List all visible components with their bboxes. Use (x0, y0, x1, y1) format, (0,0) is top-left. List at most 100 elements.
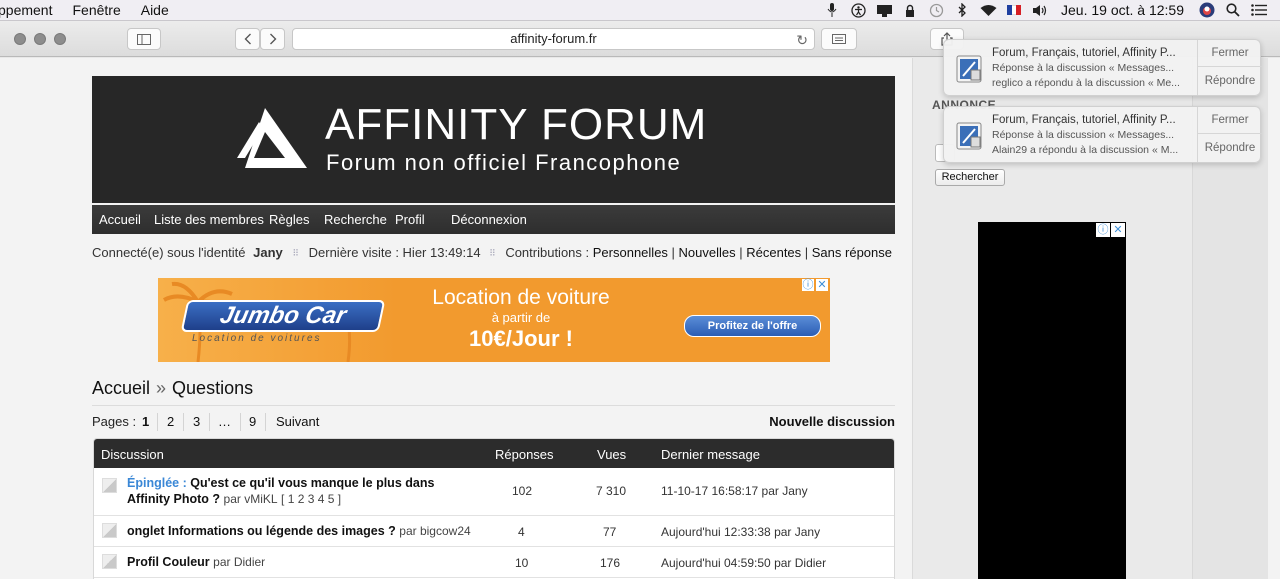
topic-author[interactable]: par vMiKL (224, 492, 278, 506)
topic-last-author[interactable]: par Jany (762, 484, 808, 498)
ad-info-icon[interactable]: ⓘ (1096, 223, 1110, 237)
pinned-label: Épinglée : (127, 476, 187, 490)
last-visit: Dernière visite : Hier 13:49:14 (308, 245, 481, 260)
mic-icon[interactable] (819, 0, 845, 21)
topic-last-date[interactable]: Aujourd'hui 04:59:50 (661, 556, 771, 570)
ad-cta-button[interactable]: Profitez de l'offre (684, 315, 821, 337)
notification-title: Forum, Français, tutoriel, Affinity P... (992, 114, 1176, 126)
notification-reply-button[interactable]: Répondre (1198, 135, 1262, 162)
nav-logout[interactable]: Déconnexion (451, 212, 527, 227)
contributions-label: Contributions : (505, 245, 590, 260)
table-row[interactable]: Profil Couleur par Didier 10 176 Aujourd… (94, 547, 894, 578)
page-link-9[interactable]: 9 (249, 414, 256, 429)
bluetooth-icon[interactable] (949, 0, 975, 21)
notification-banner[interactable]: Forum, Français, tutoriel, Affinity P...… (943, 106, 1262, 163)
topic-last-author[interactable]: par Didier (774, 556, 826, 570)
nav-search[interactable]: Recherche (324, 212, 387, 227)
menu-window[interactable]: Fenêtre (72, 2, 120, 18)
new-discussion-link[interactable]: Nouvelle discussion (769, 414, 895, 429)
sidebar-toggle-button[interactable] (127, 28, 161, 50)
contrib-new-link[interactable]: Nouvelles (679, 245, 736, 260)
nav-profile[interactable]: Profil (395, 212, 425, 227)
reader-icon (832, 34, 846, 44)
minimize-window-button[interactable] (34, 33, 46, 45)
topic-replies: 10 (515, 556, 529, 570)
page-link-2[interactable]: 2 (167, 414, 174, 429)
pagination: Pages : 1 2 3 … 9 Suivant Nouvelle discu… (92, 413, 895, 431)
banner-subtitle: Forum non officiel Francophone (326, 150, 682, 175)
breadcrumb-home[interactable]: Accueil (92, 378, 150, 398)
page-separator (183, 413, 184, 431)
topic-title[interactable]: Profil Couleur (127, 555, 210, 569)
sidebar-icon (137, 33, 151, 45)
sidebar-search-button[interactable]: Rechercher (935, 169, 1005, 186)
sidebar-ad[interactable] (978, 222, 1126, 579)
topic-title[interactable]: Qu'est ce qu'il vous manque le plus dans (190, 476, 434, 490)
username[interactable]: Jany (253, 245, 283, 260)
separator-dots-icon: ⠿ (489, 248, 496, 258)
accessibility-icon[interactable] (845, 0, 871, 21)
display-icon[interactable] (871, 0, 897, 21)
menu-help[interactable]: Aide (141, 2, 169, 18)
page-link-3[interactable]: 3 (193, 414, 200, 429)
close-window-button[interactable] (14, 33, 26, 45)
reader-button[interactable] (821, 28, 857, 50)
contrib-unanswered-link[interactable]: Sans réponse (812, 245, 892, 260)
wifi-icon[interactable] (975, 0, 1001, 21)
back-button[interactable] (235, 28, 260, 50)
menu-development[interactable]: ppement (0, 2, 52, 18)
time-machine-icon[interactable] (923, 0, 949, 21)
zoom-window-button[interactable] (54, 33, 66, 45)
nav-home[interactable]: Accueil (99, 212, 141, 227)
user-avatar-icon[interactable] (1194, 0, 1220, 21)
page-next-link[interactable]: Suivant (276, 414, 319, 429)
topic-status-icon (102, 523, 117, 538)
volume-icon[interactable] (1027, 0, 1053, 21)
notification-close-button[interactable]: Fermer (1198, 40, 1262, 67)
menu-bar: ppement Fenêtre Aide Jeu. 19 oct. à 12:5… (0, 0, 1280, 21)
topic-last-date[interactable]: 11-10-17 16:58:17 (661, 484, 758, 498)
sidebar-ad-choices: ⓘ ✕ (1096, 223, 1125, 237)
reload-icon[interactable]: ↻ (796, 30, 808, 50)
lock-icon[interactable] (897, 0, 923, 21)
topic-last-date[interactable]: Aujourd'hui 12:33:38 (661, 525, 771, 539)
notification-center-icon[interactable] (1246, 0, 1272, 21)
nav-members[interactable]: Liste des membres (154, 212, 264, 227)
topic-title-cont[interactable]: Affinity Photo ? (127, 492, 220, 506)
page-link-1[interactable]: 1 (142, 414, 149, 429)
banner-title: AFFINITY FORUM (325, 100, 708, 149)
contrib-personal-link[interactable]: Personnelles (593, 245, 668, 260)
flag-fr-icon[interactable] (1001, 0, 1027, 21)
topics-table: Discussion Réponses Vues Dernier message… (93, 438, 895, 579)
ad-banner[interactable]: Jumbo Car Location de voitures Location … (158, 278, 830, 362)
topic-title[interactable]: onglet Informations ou légende des image… (127, 524, 396, 538)
separator-dots-icon: ⠿ (292, 248, 299, 258)
topic-last-author[interactable]: par Jany (774, 525, 820, 539)
forward-button[interactable] (260, 28, 285, 50)
nav-rules[interactable]: Règles (269, 212, 309, 227)
notification-banner[interactable]: Forum, Français, tutoriel, Affinity P...… (943, 39, 1262, 96)
spotlight-search-icon[interactable] (1220, 0, 1246, 21)
topic-author[interactable]: par bigcow24 (399, 524, 470, 538)
notification-close-button[interactable]: Fermer (1198, 107, 1262, 134)
notification-reply-button[interactable]: Répondre (1198, 68, 1262, 95)
ad-info-icon[interactable]: ⓘ (802, 279, 814, 291)
forum-banner[interactable]: AFFINITY FORUM Forum non officiel Franco… (92, 76, 895, 203)
table-row[interactable]: onglet Informations ou légende des image… (94, 516, 894, 547)
col-views: Vues (597, 447, 627, 462)
breadcrumb-current[interactable]: Questions (172, 378, 253, 398)
topic-author[interactable]: par Didier (213, 555, 265, 569)
topic-views: 77 (603, 525, 617, 539)
topic-pages[interactable]: [ 1 2 3 4 5 ] (281, 492, 341, 506)
contrib-recent-link[interactable]: Récentes (746, 245, 801, 260)
logged-in-label: Connecté(e) sous l'identité (92, 245, 246, 260)
col-last-message: Dernier message (661, 447, 760, 462)
pagination-label: Pages : (92, 414, 137, 429)
ad-close-icon[interactable]: ✕ (816, 279, 828, 291)
address-bar[interactable]: affinity-forum.fr ↻ (292, 28, 815, 50)
table-row[interactable]: Épinglée : Qu'est ce qu'il vous manque l… (94, 468, 894, 516)
affinity-logo-icon (237, 108, 307, 168)
notification-body: Alain29 a répondu à la discussion « M... (992, 144, 1179, 156)
ad-close-icon[interactable]: ✕ (1111, 223, 1125, 237)
menubar-clock[interactable]: Jeu. 19 oct. à 12:59 (1061, 2, 1184, 18)
